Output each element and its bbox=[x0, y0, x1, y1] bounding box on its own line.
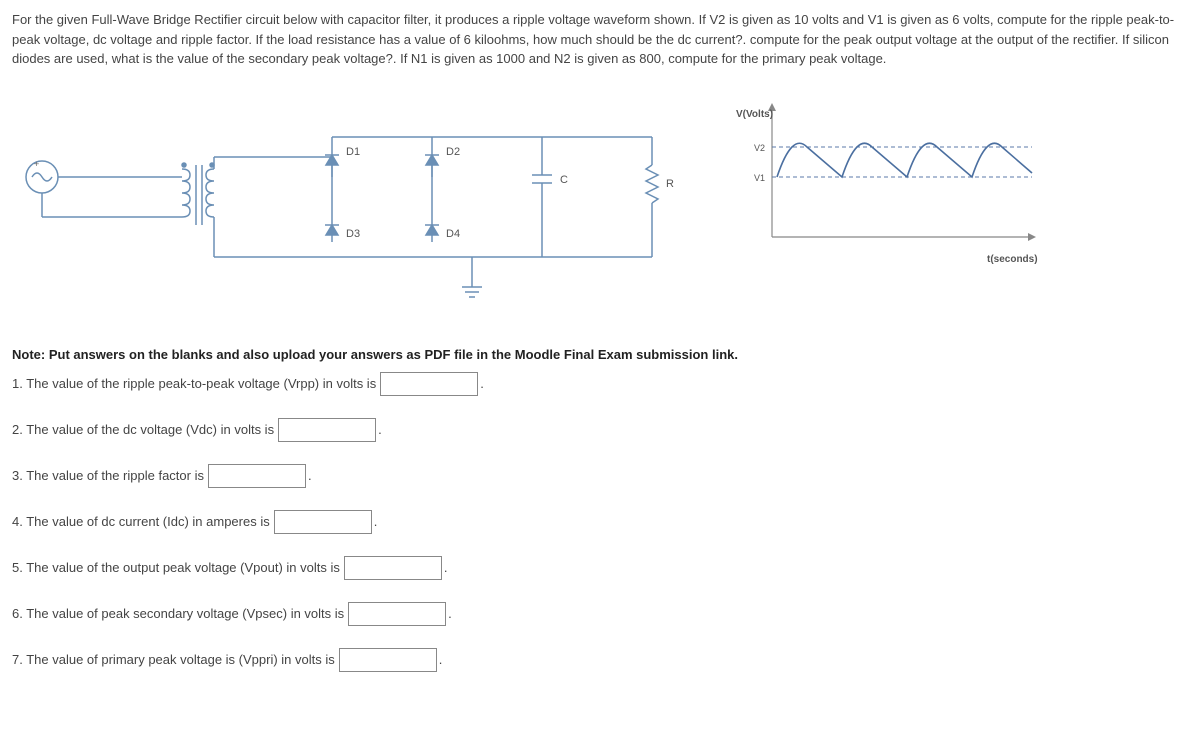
question-1: 1. The value of the ripple peak-to-peak … bbox=[12, 372, 1188, 396]
label-d3: D3 bbox=[346, 228, 360, 240]
q5-text: 5. The value of the output peak voltage … bbox=[12, 560, 340, 575]
label-v2: V2 bbox=[754, 143, 765, 153]
q3-suffix: . bbox=[308, 468, 312, 483]
q7-input[interactable] bbox=[339, 648, 437, 672]
question-6: 6. The value of peak secondary voltage (… bbox=[12, 602, 1188, 626]
q3-text: 3. The value of the ripple factor is bbox=[12, 468, 204, 483]
q6-suffix: . bbox=[448, 606, 452, 621]
y-axis-label: V(Volts) bbox=[736, 109, 773, 120]
label-c: C bbox=[560, 174, 568, 186]
q4-text: 4. The value of dc current (Idc) in ampe… bbox=[12, 514, 270, 529]
x-axis-label: t(seconds) bbox=[987, 254, 1038, 265]
q1-input[interactable] bbox=[380, 372, 478, 396]
label-d2: D2 bbox=[446, 146, 460, 158]
waveform-diagram: V(Volts) V2 V1 t(seconds) bbox=[732, 97, 1052, 277]
question-3: 3. The value of the ripple factor is . bbox=[12, 464, 1188, 488]
q4-input[interactable] bbox=[274, 510, 372, 534]
figure-row: + bbox=[12, 97, 1188, 317]
label-d1: D1 bbox=[346, 146, 360, 158]
question-4: 4. The value of dc current (Idc) in ampe… bbox=[12, 510, 1188, 534]
q4-suffix: . bbox=[374, 514, 378, 529]
label-v1: V1 bbox=[754, 173, 765, 183]
label-r: R bbox=[666, 178, 674, 190]
q5-suffix: . bbox=[444, 560, 448, 575]
question-5: 5. The value of the output peak voltage … bbox=[12, 556, 1188, 580]
q5-input[interactable] bbox=[344, 556, 442, 580]
q1-suffix: . bbox=[480, 376, 484, 391]
q2-suffix: . bbox=[378, 422, 382, 437]
q1-text: 1. The value of the ripple peak-to-peak … bbox=[12, 376, 376, 391]
q6-text: 6. The value of peak secondary voltage (… bbox=[12, 606, 344, 621]
problem-statement: For the given Full-Wave Bridge Rectifier… bbox=[12, 10, 1188, 69]
q6-input[interactable] bbox=[348, 602, 446, 626]
circuit-diagram: + bbox=[12, 97, 692, 317]
q7-suffix: . bbox=[439, 652, 443, 667]
question-2: 2. The value of the dc voltage (Vdc) in … bbox=[12, 418, 1188, 442]
submission-note: Note: Put answers on the blanks and also… bbox=[12, 347, 1188, 362]
question-7: 7. The value of primary peak voltage is … bbox=[12, 648, 1188, 672]
svg-text:+: + bbox=[34, 159, 39, 169]
q2-text: 2. The value of the dc voltage (Vdc) in … bbox=[12, 422, 274, 437]
q7-text: 7. The value of primary peak voltage is … bbox=[12, 652, 335, 667]
q2-input[interactable] bbox=[278, 418, 376, 442]
q3-input[interactable] bbox=[208, 464, 306, 488]
label-d4: D4 bbox=[446, 228, 460, 240]
